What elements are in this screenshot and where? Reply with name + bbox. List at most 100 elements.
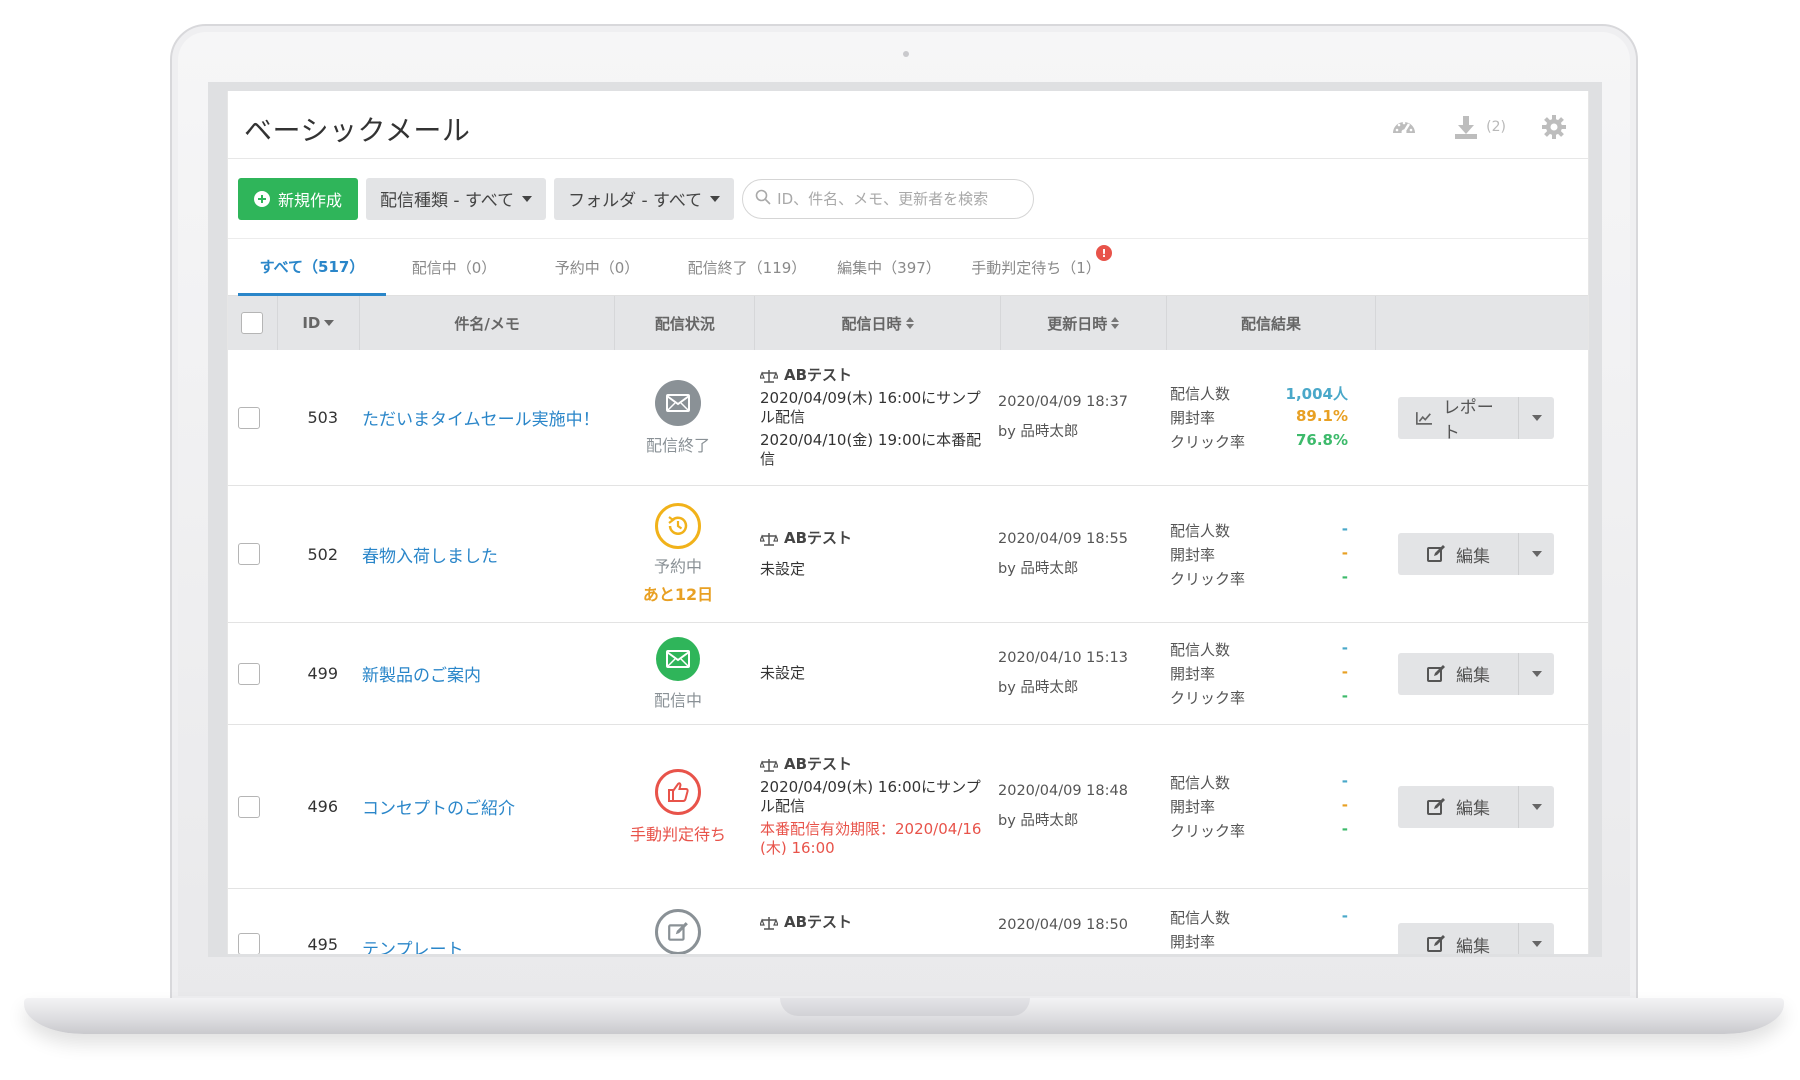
type-filter-label: 配信種類 - すべて <box>380 191 515 211</box>
row-id: 499 <box>307 664 338 683</box>
row-menu-dropdown[interactable] <box>1518 396 1554 439</box>
sort-icon <box>905 317 914 329</box>
result-grid: 配信人数 - 開封率 - クリック率 - <box>1170 520 1348 589</box>
chevron-down-icon <box>710 195 721 202</box>
column-updated[interactable]: 更新日時 <box>1001 296 1167 350</box>
column-id[interactable]: ID <box>278 296 360 350</box>
tab-scheduled[interactable]: 予約中（0） <box>522 239 672 296</box>
tab-editing[interactable]: 編集中（397） <box>822 239 956 296</box>
edit-label: 編集 <box>1456 799 1490 819</box>
ab-test-text: ABテスト <box>784 529 853 547</box>
type-filter-dropdown[interactable]: 配信種類 - すべて <box>366 177 547 220</box>
updated-time: 2020/04/10 15:13 <box>998 650 1128 666</box>
click-rate-label: クリック率 <box>1170 433 1246 451</box>
column-result: 配信結果 <box>1167 296 1377 350</box>
gear-icon[interactable] <box>1540 113 1568 141</box>
edit-button-group: 編集 <box>1398 652 1554 695</box>
edit-label: 編集 <box>1456 546 1490 567</box>
edit-button[interactable]: 編集 <box>1398 533 1518 575</box>
edit-button[interactable]: 編集 <box>1398 785 1518 828</box>
recipients-label: 配信人数 <box>1170 521 1231 540</box>
row-date: ABテスト 2020/04/09(木) 16:00にサンプル配信 2020/04… <box>748 350 988 485</box>
row-actions: 編集 <box>1360 623 1570 724</box>
click-rate-value: - <box>1341 820 1348 838</box>
table-row: 495 テンプレート ABテスト 2020/04/09 18:50 配信人数 -… <box>228 889 1588 954</box>
column-subject: 件名/メモ <box>360 296 616 350</box>
column-actions <box>1376 296 1588 350</box>
status-countdown: あと12日 <box>642 585 714 604</box>
edit-label: 編集 <box>1456 936 1490 955</box>
status-label: 配信終了 <box>645 435 710 455</box>
tab-all[interactable]: すべて（517） <box>238 239 386 296</box>
ab-test-text: ABテスト <box>784 913 853 931</box>
recipients-value: - <box>1341 772 1348 790</box>
row-checkbox[interactable] <box>238 662 260 685</box>
click-rate-value: 76.8% <box>1295 431 1348 449</box>
search-input[interactable] <box>777 189 1018 208</box>
row-result: 配信人数 - 開封率 - クリック率 - <box>1150 486 1360 622</box>
row-date: ABテスト 2020/04/09(木) 16:00にサンプル配信 本番配信有効期… <box>748 725 988 888</box>
row-subject-link[interactable]: 春物入荷しました <box>352 486 608 622</box>
table-row: 499 新製品のご案内 配信中 未設定 2020/04/10 15:13 by … <box>228 623 1588 725</box>
row-subject-link[interactable]: テンプレート <box>352 889 608 954</box>
row-result: 配信人数 - 開封率 - クリック率 - <box>1150 725 1360 888</box>
header-icons: (2) <box>1390 113 1568 141</box>
recipients-label: 配信人数 <box>1170 385 1231 403</box>
status-tabs: すべて（517） 配信中（0） 予約中（0） 配信終了（119） 編集中（397… <box>228 239 1588 296</box>
sort-icon <box>1111 317 1120 329</box>
row-check-cell <box>228 725 270 888</box>
folder-filter-label: フォルダ - すべて <box>568 191 703 211</box>
row-updated: 2020/04/09 18:50 <box>988 889 1150 933</box>
download-icon[interactable] <box>1452 113 1480 141</box>
row-menu-dropdown[interactable] <box>1518 652 1554 695</box>
row-subject-link[interactable]: コンセプトのご紹介 <box>352 725 608 888</box>
thumbs-up-hand-icon <box>655 768 701 815</box>
row-checkbox[interactable] <box>238 933 260 954</box>
recipients-value: 1,004人 <box>1285 385 1348 403</box>
envelope-icon <box>656 636 700 681</box>
row-subject-link[interactable]: ただいまタイムセール実施中！ <box>352 350 608 485</box>
row-menu-dropdown[interactable] <box>1518 923 1554 954</box>
row-id: 503 <box>307 408 338 427</box>
chevron-down-icon <box>1531 803 1542 810</box>
column-date[interactable]: 配信日時 <box>755 296 1001 350</box>
new-mail-button[interactable]: 新規作成 <box>238 177 359 220</box>
row-subject-link[interactable]: 新製品のご案内 <box>352 623 608 724</box>
dashboard-gauge-icon[interactable] <box>1390 113 1418 141</box>
date-line-1: 2020/04/09(木) 16:00にサンプル配信 <box>760 778 981 815</box>
edit-button[interactable]: 編集 <box>1398 923 1518 954</box>
select-all-checkbox[interactable] <box>241 312 264 334</box>
tab-manual-judgment[interactable]: 手動判定待ち（1） ! <box>956 239 1116 296</box>
recipients-value: - <box>1341 907 1348 925</box>
edit-button[interactable]: 編集 <box>1398 652 1518 695</box>
ab-test-label: ABテスト <box>760 913 852 932</box>
row-checkbox[interactable] <box>238 543 260 565</box>
download-group[interactable]: (2) <box>1452 113 1506 141</box>
tab-all-label: すべて（517） <box>259 257 365 276</box>
row-date: ABテスト <box>748 889 988 932</box>
tab-finished[interactable]: 配信終了（119） <box>672 239 822 296</box>
report-button[interactable]: レポート <box>1398 396 1518 439</box>
scale-icon <box>760 758 778 772</box>
column-subject-label: 件名/メモ <box>454 314 520 333</box>
open-rate-value: - <box>1341 796 1348 814</box>
row-result: 配信人数 1,004人 開封率 89.1% クリック率 76.8% <box>1150 350 1360 485</box>
toolbar: 新規作成 配信種類 - すべて フォルダ - すべて <box>228 159 1588 239</box>
row-checkbox[interactable] <box>238 406 260 429</box>
click-rate-value: - <box>1341 567 1348 586</box>
row-checkbox[interactable] <box>238 795 260 818</box>
row-check-cell <box>228 889 270 954</box>
click-rate-value: - <box>1341 687 1348 705</box>
tab-sending[interactable]: 配信中（0） <box>386 239 522 296</box>
row-menu-dropdown[interactable] <box>1518 533 1554 575</box>
laptop-notch <box>780 998 1030 1016</box>
row-updated: 2020/04/09 18:48 by 品時太郎 <box>988 725 1150 888</box>
tab-finished-label: 配信終了（119） <box>687 259 807 277</box>
folder-filter-dropdown[interactable]: フォルダ - すべて <box>554 177 735 220</box>
recipients-label: 配信人数 <box>1170 641 1231 659</box>
row-menu-dropdown[interactable] <box>1518 785 1554 828</box>
edit-icon <box>1427 545 1445 562</box>
search-icon <box>755 189 771 209</box>
plus-circle-icon <box>254 190 270 207</box>
report-button-group: レポート <box>1398 396 1554 439</box>
